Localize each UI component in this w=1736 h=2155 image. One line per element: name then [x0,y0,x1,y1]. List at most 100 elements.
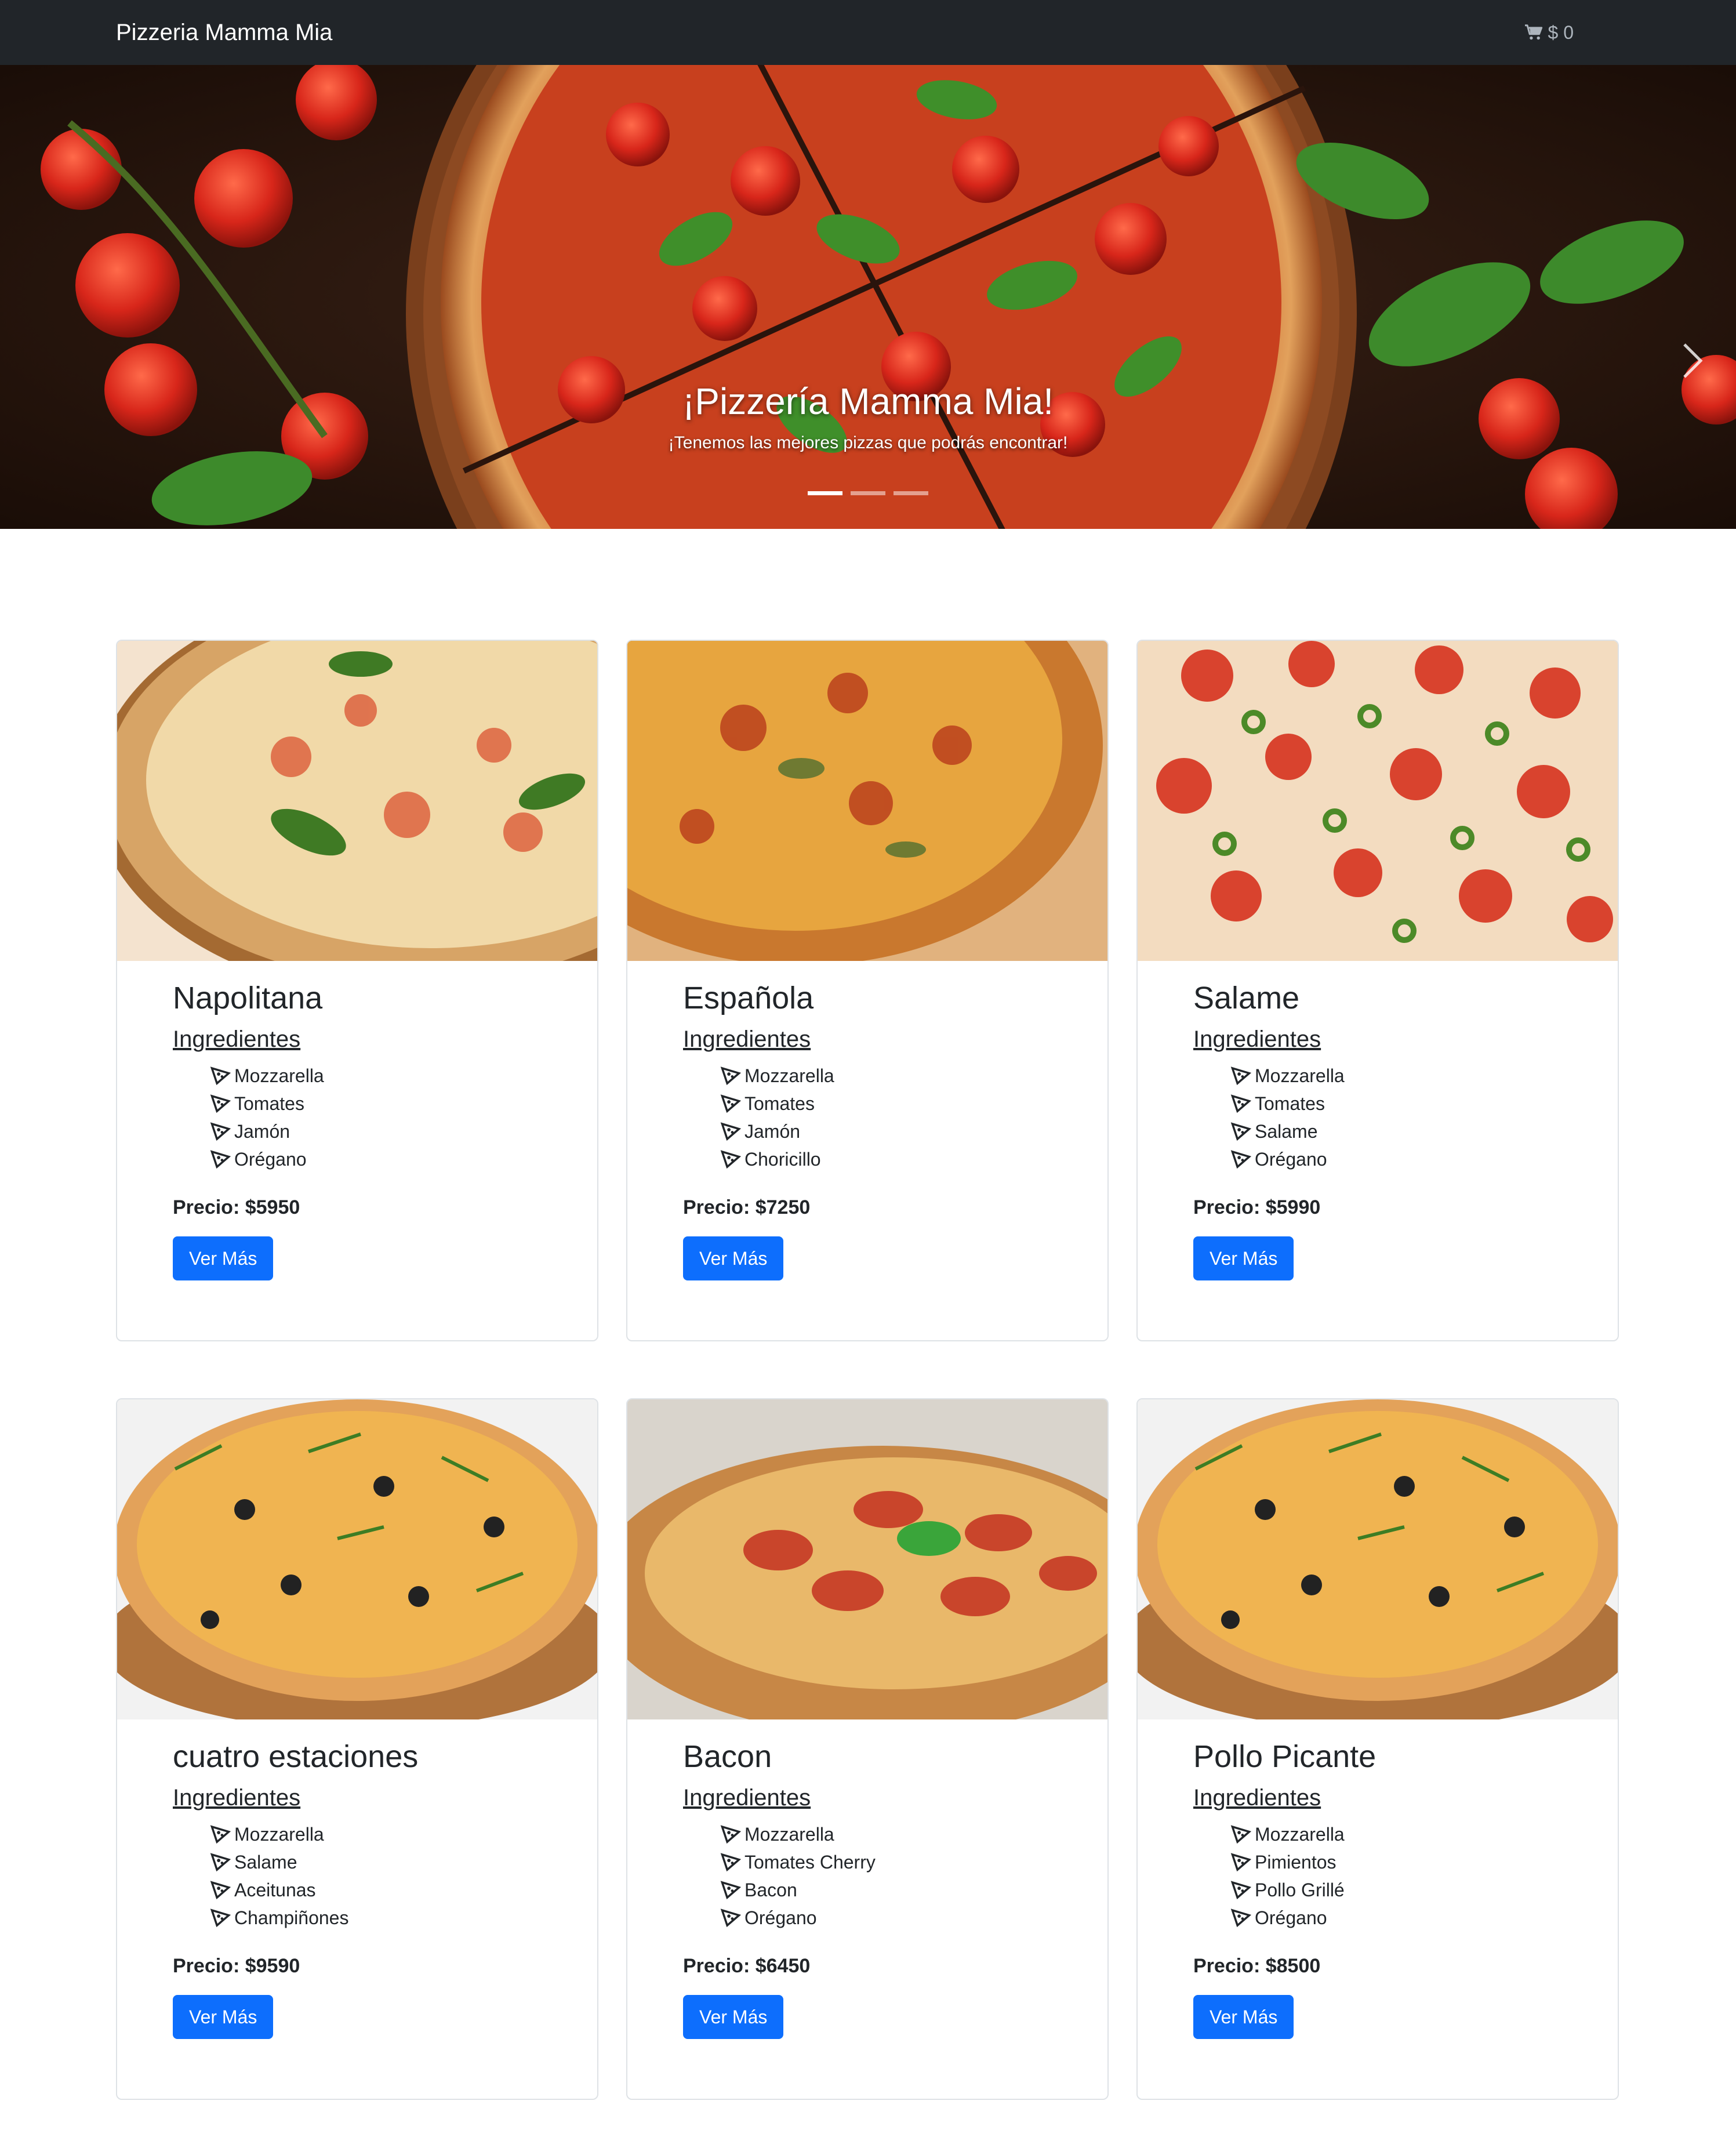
hero-subtitle: ¡Tenemos las mejores pizzas que podrás e… [668,433,1068,452]
pizza-slice-icon [210,1094,231,1113]
pizza-price: Precio: $7250 [683,1196,811,1218]
pizza-slice-icon [1230,1066,1251,1085]
pizza-slice-icon [210,1853,231,1871]
pizza-card: cuatro estaciones Ingredientes Mozzarell… [116,1398,598,2100]
ingredients-heading: Ingredientes [173,1785,301,1811]
cart-button[interactable]: $ 0 [1524,0,1574,65]
ingredient-item: Salame [210,1848,542,1876]
pizza-slice-icon [720,1909,741,1927]
cart-total: $ 0 [1548,22,1574,43]
pizza-card: Napolitana Ingredientes Mozzarella Tomat… [116,640,598,1341]
pizza-image [1138,1399,1618,1719]
ingredient-item: Choricillo [720,1145,1052,1173]
pizza-image [117,641,597,961]
pizza-image [627,641,1107,961]
ingredients-heading: Ingredientes [683,1785,811,1811]
pizza-slice-icon [720,1825,741,1844]
ver-mas-button[interactable]: Ver Más [1193,1995,1294,2039]
ingredient-item: Mozzarella [720,1062,1052,1090]
pizza-image [117,1399,597,1719]
ver-mas-button[interactable]: Ver Más [683,1995,784,2039]
ingredient-item: Mozzarella [1230,1820,1562,1848]
pizza-name: Napolitana [173,981,323,1015]
pizza-image [1138,641,1618,961]
ingredient-item: Orégano [720,1904,1052,1932]
pizza-slice-icon [720,1066,741,1085]
pizza-slice-icon [210,1909,231,1927]
pizza-name: Española [683,981,814,1015]
pizza-slice-icon [720,1853,741,1871]
ingredient-item: Champiñones [210,1904,542,1932]
pizza-price: Precio: $8500 [1193,1955,1321,1977]
navbar-brand[interactable]: Pizzeria Mamma Mia [116,0,332,65]
ingredient-item: Tomates [210,1090,542,1118]
ingredient-item: Aceitunas [210,1876,542,1904]
pizza-price: Precio: $5950 [173,1196,300,1218]
ingredients-heading: Ingredientes [1193,1026,1321,1052]
ingredients-list: Mozzarella Tomates Cherry Bacon Orégano [683,1820,1052,1932]
ingredient-item: Pimientos [1230,1848,1562,1876]
pizza-price: Precio: $9590 [173,1955,300,1977]
pizza-slice-icon [210,1881,231,1899]
navbar: Pizzeria Mamma Mia $ 0 [0,0,1736,65]
carousel-indicators [0,491,1736,495]
pizza-grid: Napolitana Ingredientes Mozzarella Tomat… [116,640,1620,2100]
pizza-slice-icon [1230,1825,1251,1844]
ingredients-heading: Ingredientes [173,1026,301,1052]
pizza-price: Precio: $5990 [1193,1196,1321,1218]
ingredient-item: Orégano [1230,1904,1562,1932]
carousel-indicator-2[interactable] [851,491,885,495]
pizza-slice-icon [1230,1122,1251,1141]
shopping-cart-icon [1524,24,1542,40]
pizza-name: Salame [1193,981,1300,1015]
chevron-right-icon [1683,343,1703,378]
pizza-slice-icon [210,1122,231,1141]
pizza-name: Bacon [683,1739,772,1774]
ingredient-item: Tomates Cherry [720,1848,1052,1876]
ingredients-list: Mozzarella Tomates Salame Orégano [1193,1062,1562,1173]
pizza-slice-icon [1230,1881,1251,1899]
ingredient-item: Mozzarella [210,1062,542,1090]
ingredient-item: Mozzarella [210,1820,542,1848]
ingredient-item: Tomates [720,1090,1052,1118]
pizza-price: Precio: $6450 [683,1955,811,1977]
pizza-slice-icon [1230,1909,1251,1927]
ver-mas-button[interactable]: Ver Más [1193,1236,1294,1280]
carousel-indicator-1[interactable] [808,491,842,495]
ver-mas-button[interactable]: Ver Más [173,1995,274,2039]
ver-mas-button[interactable]: Ver Más [173,1236,274,1280]
ingredients-heading: Ingredientes [1193,1785,1321,1811]
pizza-slice-icon [720,1122,741,1141]
pizza-card: Pollo Picante Ingredientes Mozzarella Pi… [1136,1398,1619,2100]
pizza-slice-icon [1230,1853,1251,1871]
pizza-card: Bacon Ingredientes Mozzarella Tomates Ch… [626,1398,1109,2100]
ingredients-heading: Ingredientes [683,1026,811,1052]
carousel-next-button[interactable] [1672,338,1713,384]
pizza-name: Pollo Picante [1193,1739,1377,1774]
pizza-slice-icon [720,1094,741,1113]
pizza-name: cuatro estaciones [173,1739,419,1774]
ingredient-item: Mozzarella [1230,1062,1562,1090]
hero-pizza-image [0,65,1736,529]
ver-mas-button[interactable]: Ver Más [683,1236,784,1280]
ingredient-item: Salame [1230,1118,1562,1145]
pizza-slice-icon [720,1150,741,1169]
carousel-indicator-3[interactable] [894,491,928,495]
pizza-slice-icon [1230,1094,1251,1113]
pizza-slice-icon [210,1825,231,1844]
ingredients-list: Mozzarella Tomates Jamón Orégano [173,1062,542,1173]
ingredient-item: Jamón [720,1118,1052,1145]
hero-caption: ¡Pizzería Mamma Mia! ¡Tenemos las mejore… [0,378,1736,457]
ingredient-item: Mozzarella [720,1820,1052,1848]
pizza-card: Española Ingredientes Mozzarella Tomates… [626,640,1109,1341]
pizza-slice-icon [720,1881,741,1899]
pizza-slice-icon [210,1066,231,1085]
ingredient-item: Jamón [210,1118,542,1145]
ingredients-list: Mozzarella Tomates Jamón Choricillo [683,1062,1052,1173]
ingredients-list: Mozzarella Pimientos Pollo Grillé Orégan… [1193,1820,1562,1932]
pizza-slice-icon [1230,1150,1251,1169]
pizza-image [627,1399,1107,1719]
ingredient-item: Pollo Grillé [1230,1876,1562,1904]
ingredient-item: Orégano [210,1145,542,1173]
hero-carousel: ¡Pizzería Mamma Mia! ¡Tenemos las mejore… [0,65,1736,529]
